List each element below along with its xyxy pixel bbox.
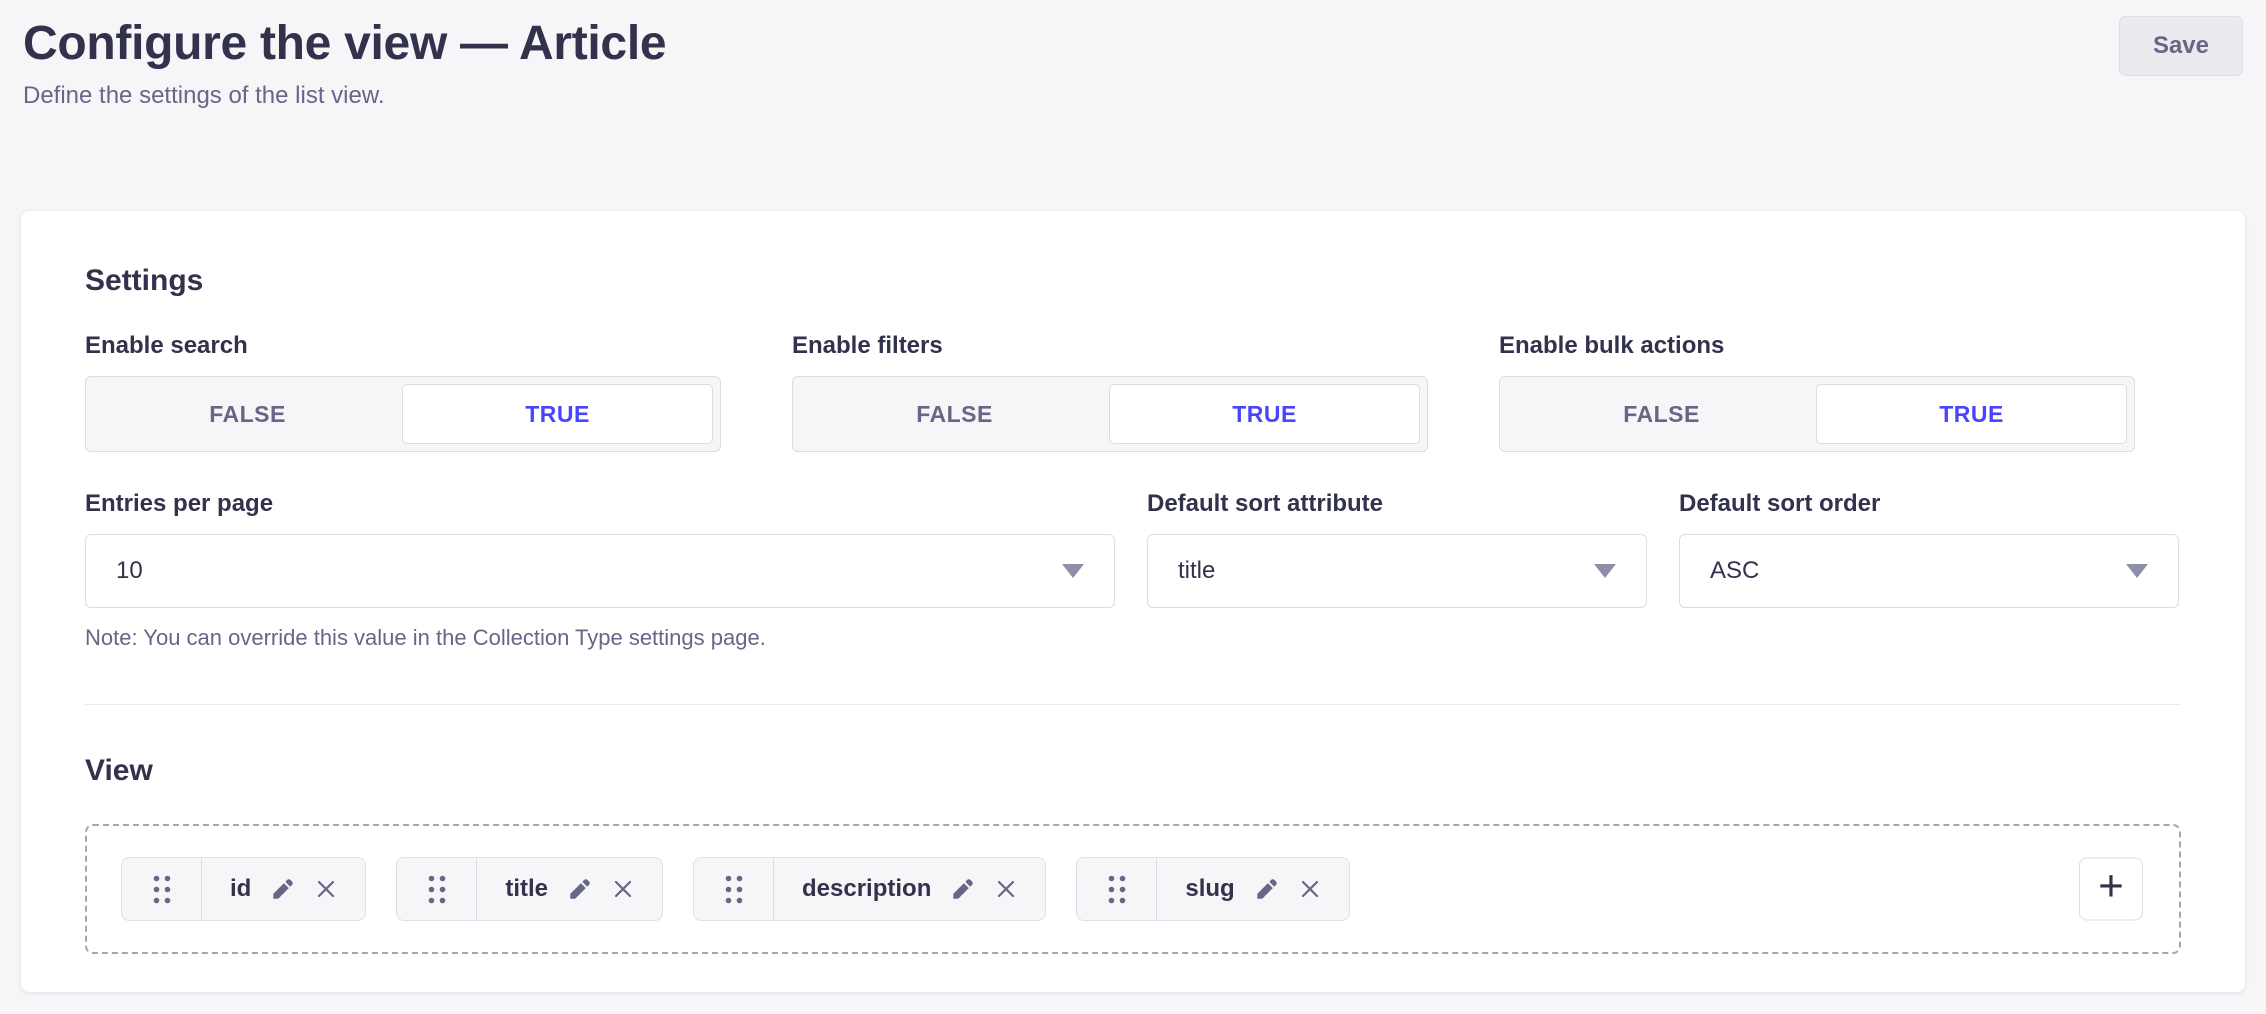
drag-dots-icon [1107, 874, 1127, 905]
field-label: Entries per page [85, 490, 1115, 518]
add-field-button[interactable]: + [2079, 858, 2143, 921]
enable-filters-toggle[interactable]: FALSE TRUE [792, 376, 1428, 452]
drag-handle[interactable] [122, 858, 202, 920]
close-icon [1299, 878, 1321, 900]
default-sort-attribute-field: Default sort attribute title [1147, 490, 1647, 652]
settings-card: Settings Enable search FALSE TRUE Enable… [21, 211, 2245, 992]
toggle-option-true[interactable]: TRUE [1109, 384, 1420, 444]
view-heading: View [85, 753, 2181, 788]
default-sort-attribute-select[interactable]: title [1147, 534, 1647, 608]
pencil-icon [951, 877, 975, 901]
field-pill-slug[interactable]: slug [1076, 857, 1349, 921]
remove-field-button[interactable] [995, 878, 1017, 900]
plus-icon: + [2098, 864, 2124, 908]
pencil-icon [568, 877, 592, 901]
drag-dots-icon [152, 874, 172, 905]
field-pill-label: title [505, 875, 548, 903]
field-drop-zone: id [85, 824, 2181, 954]
close-icon [612, 878, 634, 900]
field-pill-description[interactable]: description [693, 857, 1046, 921]
enable-bulk-actions-toggle[interactable]: FALSE TRUE [1499, 376, 2135, 452]
select-value: 10 [116, 557, 143, 585]
toggle-row: Enable search FALSE TRUE Enable filters … [85, 332, 2181, 452]
toggle-option-true[interactable]: TRUE [1816, 384, 2127, 444]
settings-heading: Settings [85, 263, 2181, 298]
enable-search-toggle[interactable]: FALSE TRUE [85, 376, 721, 452]
pencil-icon [271, 877, 295, 901]
enable-search-field: Enable search FALSE TRUE [85, 332, 721, 452]
field-pill-label: id [230, 875, 251, 903]
save-button[interactable]: Save [2119, 16, 2243, 76]
close-icon [315, 878, 337, 900]
default-sort-order-select[interactable]: ASC [1679, 534, 2179, 608]
chevron-down-icon [1062, 564, 1084, 578]
field-pill-label: slug [1185, 875, 1234, 903]
entries-per-page-note: Note: You can override this value in the… [85, 624, 1115, 652]
field-pill-title[interactable]: title [396, 857, 663, 921]
page-header: Configure the view — Article Define the … [0, 0, 2266, 112]
field-pill-id[interactable]: id [121, 857, 366, 921]
field-label: Enable bulk actions [1499, 332, 2135, 360]
drag-handle[interactable] [1077, 858, 1157, 920]
remove-field-button[interactable] [1299, 878, 1321, 900]
field-label: Enable filters [792, 332, 1428, 360]
toggle-option-false[interactable]: FALSE [93, 384, 402, 444]
field-pill-label: description [802, 875, 931, 903]
page-title: Configure the view — Article [23, 16, 666, 72]
edit-field-button[interactable] [568, 877, 592, 901]
entries-per-page-select[interactable]: 10 [85, 534, 1115, 608]
page-subtitle: Define the settings of the list view. [23, 80, 666, 112]
field-label: Enable search [85, 332, 721, 360]
enable-bulk-actions-field: Enable bulk actions FALSE TRUE [1499, 332, 2135, 452]
select-value: title [1178, 557, 1215, 585]
close-icon [995, 878, 1017, 900]
toggle-option-true[interactable]: TRUE [402, 384, 713, 444]
remove-field-button[interactable] [612, 878, 634, 900]
chevron-down-icon [2126, 564, 2148, 578]
drag-handle[interactable] [694, 858, 774, 920]
field-label: Default sort order [1679, 490, 2179, 518]
toggle-option-false[interactable]: FALSE [1507, 384, 1816, 444]
entries-per-page-field: Entries per page 10 Note: You can overri… [85, 490, 1115, 652]
select-value: ASC [1710, 557, 1759, 585]
drag-dots-icon [427, 874, 447, 905]
default-sort-order-field: Default sort order ASC [1679, 490, 2179, 652]
drag-dots-icon [724, 874, 744, 905]
pencil-icon [1255, 877, 1279, 901]
enable-filters-field: Enable filters FALSE TRUE [792, 332, 1428, 452]
select-row: Entries per page 10 Note: You can overri… [85, 490, 2181, 652]
edit-field-button[interactable] [271, 877, 295, 901]
drag-handle[interactable] [397, 858, 477, 920]
edit-field-button[interactable] [951, 877, 975, 901]
field-label: Default sort attribute [1147, 490, 1647, 518]
edit-field-button[interactable] [1255, 877, 1279, 901]
toggle-option-false[interactable]: FALSE [800, 384, 1109, 444]
section-divider [85, 704, 2181, 705]
chevron-down-icon [1594, 564, 1616, 578]
remove-field-button[interactable] [315, 878, 337, 900]
page-header-text: Configure the view — Article Define the … [23, 16, 666, 112]
